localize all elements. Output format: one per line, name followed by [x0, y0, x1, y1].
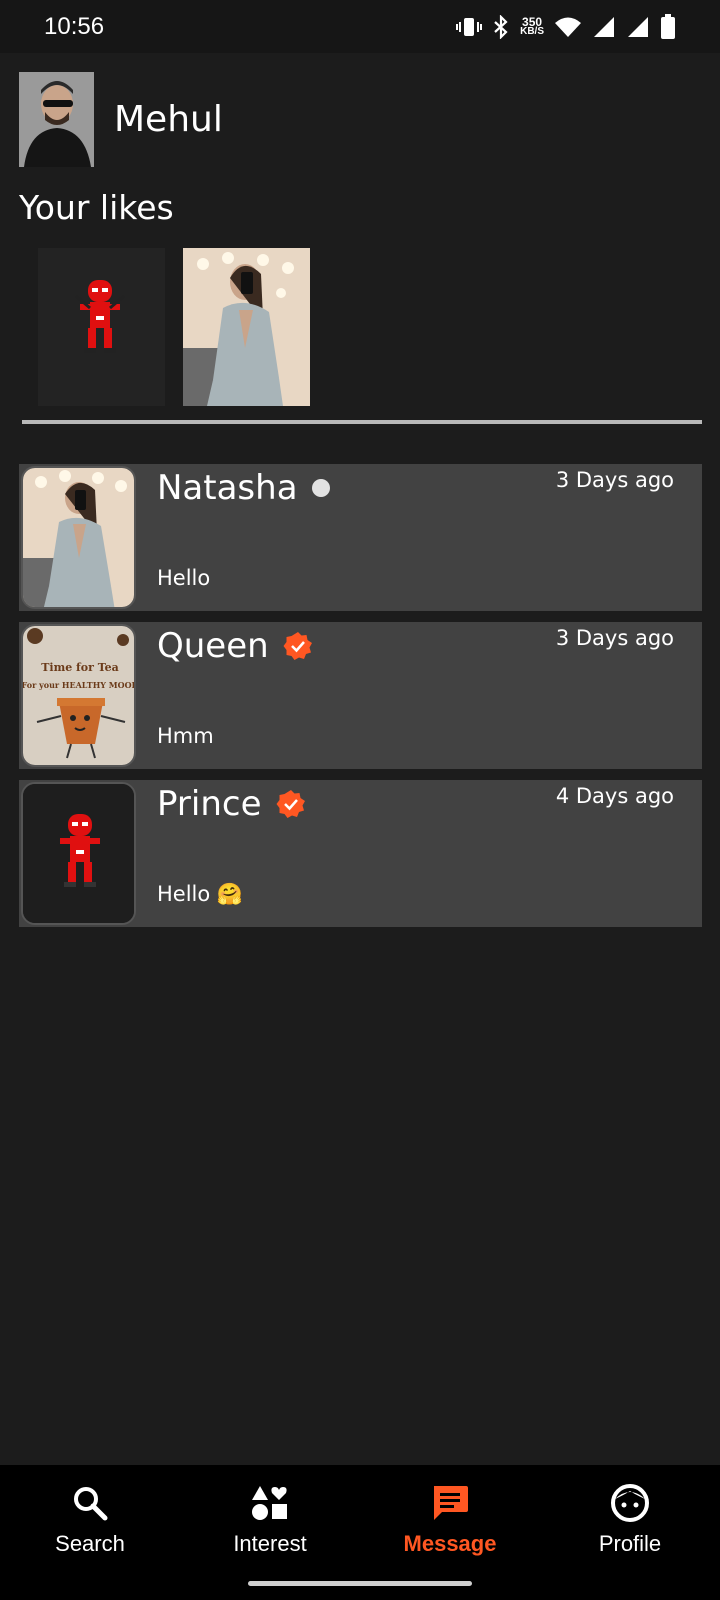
conversation-name-text: Queen — [157, 626, 269, 666]
avatar — [21, 782, 136, 925]
conversation-name: Natasha — [157, 468, 330, 508]
home-indicator[interactable] — [248, 1581, 472, 1586]
verified-icon — [276, 790, 305, 818]
battery-icon — [661, 13, 675, 39]
conversation-list: Natasha Hello 3 Days ago Time for Tea Fo… — [19, 464, 702, 938]
nav-label: Message — [403, 1531, 497, 1556]
network-speed-value: 350 — [522, 14, 543, 29]
conversation-message: Hello 🤗 — [157, 882, 244, 906]
conversation-name: Queen — [157, 626, 313, 666]
message-icon — [434, 1486, 468, 1520]
online-status-icon — [311, 479, 330, 497]
network-speed: 350 KB/S — [520, 14, 544, 37]
wifi-icon — [555, 17, 581, 37]
interest-icon — [252, 1486, 287, 1520]
verified-icon — [283, 632, 312, 660]
status-time: 10:56 — [44, 12, 105, 40]
conversation-name-text: Prince — [157, 784, 262, 824]
divider — [22, 420, 702, 424]
profile-icon — [611, 1484, 649, 1522]
nav-message[interactable]: Message — [360, 1465, 540, 1600]
status-bar: 10:56 350 KB/S — [0, 0, 720, 53]
conversation-message: Hello — [157, 566, 211, 590]
avatar-text-1: Time for Tea — [41, 661, 119, 674]
avatar-text-2: For your HEALTHY MOOD — [23, 680, 136, 690]
conversation-time: 3 Days ago — [555, 468, 674, 492]
network-speed-unit: KB/S — [520, 25, 544, 37]
user-name: Mehul — [114, 99, 223, 140]
like-thumbnail[interactable] — [38, 248, 165, 406]
status-icons: 350 KB/S — [456, 13, 676, 40]
nav-label: Search — [55, 1531, 125, 1556]
signal-icon — [594, 16, 614, 37]
conversation-message: Hmm — [157, 724, 214, 748]
nav-label: Interest — [233, 1531, 307, 1556]
bottom-navigation: Search Interest Message Profile — [0, 1465, 720, 1600]
conversation-item[interactable]: Time for Tea For your HEALTHY MOOD Queen… — [19, 622, 702, 769]
nav-search[interactable]: Search — [0, 1465, 180, 1600]
conversation-name-text: Natasha — [157, 468, 298, 508]
avatar — [21, 466, 136, 609]
signal-icon-2 — [628, 16, 648, 37]
current-user[interactable]: Mehul — [19, 72, 223, 167]
vibrate-icon — [456, 17, 483, 36]
conversation-time: 4 Days ago — [555, 784, 674, 808]
conversation-item[interactable]: Natasha Hello 3 Days ago — [19, 464, 702, 611]
likes-title: Your likes — [19, 188, 174, 227]
avatar[interactable] — [19, 72, 94, 167]
nav-interest[interactable]: Interest — [180, 1465, 360, 1600]
conversation-name: Prince — [157, 784, 306, 824]
like-thumbnail[interactable] — [183, 248, 310, 406]
conversation-item[interactable]: Prince Hello 🤗 4 Days ago — [19, 780, 702, 927]
conversation-time: 3 Days ago — [555, 626, 674, 650]
likes-list — [38, 248, 310, 406]
avatar: Time for Tea For your HEALTHY MOOD — [21, 624, 136, 767]
bluetooth-icon — [494, 14, 508, 39]
nav-profile[interactable]: Profile — [540, 1465, 720, 1600]
search-icon — [74, 1487, 108, 1521]
nav-label: Profile — [598, 1531, 662, 1556]
